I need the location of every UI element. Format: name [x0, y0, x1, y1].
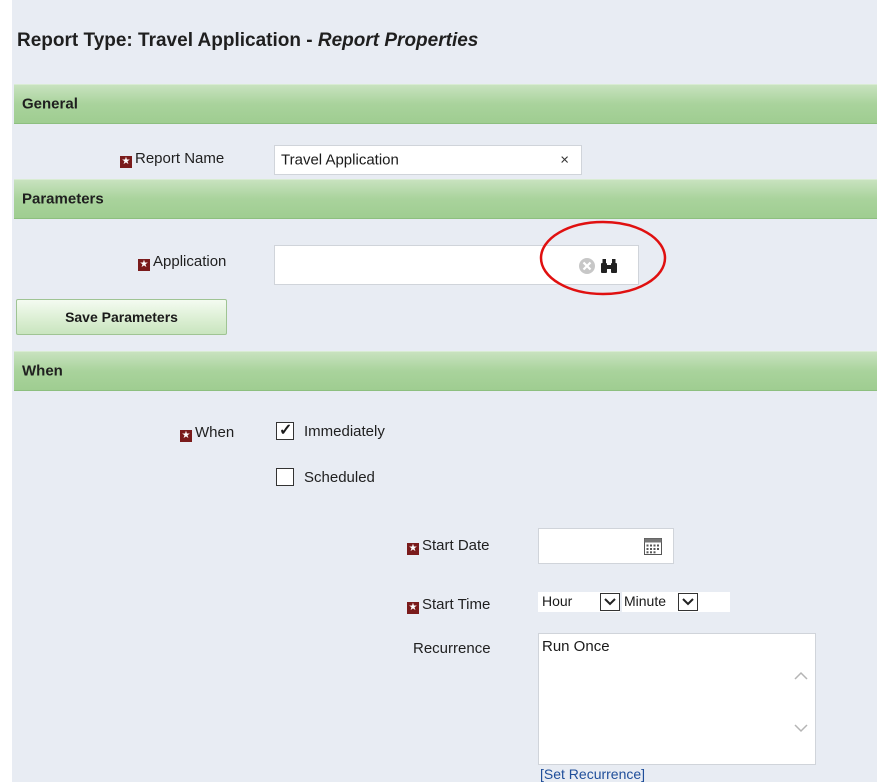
section-header-when[interactable]: When [14, 351, 877, 391]
required-star-icon: ★ [138, 259, 150, 271]
minute-select[interactable]: Minute [622, 592, 730, 612]
set-recurrence-link[interactable]: [Set Recurrence] [540, 766, 645, 782]
hour-select-value: Hour [542, 593, 573, 609]
start-date-label: ★ Start Date [407, 537, 490, 555]
save-parameters-button[interactable]: Save Parameters [16, 299, 227, 335]
required-star-icon: ★ [407, 602, 419, 614]
checkmark-icon: ✓ [279, 422, 293, 439]
section-title-parameters: Parameters [22, 190, 104, 208]
hour-select[interactable]: Hour [538, 592, 620, 612]
section-header-parameters[interactable]: Parameters [14, 179, 877, 219]
recurrence-value: Run Once [542, 638, 610, 655]
report-name-label: ★ Report Name [120, 150, 225, 168]
report-properties-panel: Report Type: Travel Application - Report… [12, 0, 877, 782]
immediately-checkbox[interactable]: ✓ [276, 422, 294, 440]
required-star-icon: ★ [120, 156, 132, 168]
annotation-circle [539, 220, 667, 296]
section-title-when: When [22, 362, 63, 380]
recurrence-label: Recurrence [413, 640, 491, 657]
scheduled-label[interactable]: Scheduled [304, 469, 375, 486]
minute-select-value: Minute [624, 593, 667, 609]
scroll-up-icon[interactable] [793, 668, 809, 684]
required-star-icon: ★ [180, 430, 192, 442]
start-date-field[interactable] [538, 528, 674, 564]
page-title: Report Type: Travel Application - Report… [17, 30, 479, 51]
recurrence-textarea[interactable]: Run Once [538, 633, 816, 765]
start-time-label: ★ Start Time [407, 596, 491, 614]
required-star-icon: ★ [407, 543, 419, 555]
report-name-field[interactable]: Travel Application × [274, 145, 582, 175]
clear-icon[interactable]: × [560, 152, 569, 169]
when-label: ★ When [180, 424, 235, 442]
chevron-down-icon[interactable] [678, 593, 698, 611]
scroll-down-icon[interactable] [793, 722, 809, 738]
calendar-icon[interactable] [644, 538, 662, 558]
immediately-label[interactable]: Immediately [304, 423, 385, 440]
scheduled-checkbox[interactable] [276, 468, 294, 486]
section-header-general[interactable]: General [14, 84, 877, 124]
application-label: ★ Application [138, 253, 227, 271]
section-title-general: General [22, 95, 78, 113]
chevron-down-icon[interactable] [600, 593, 620, 611]
report-name-value: Travel Application [281, 151, 399, 169]
